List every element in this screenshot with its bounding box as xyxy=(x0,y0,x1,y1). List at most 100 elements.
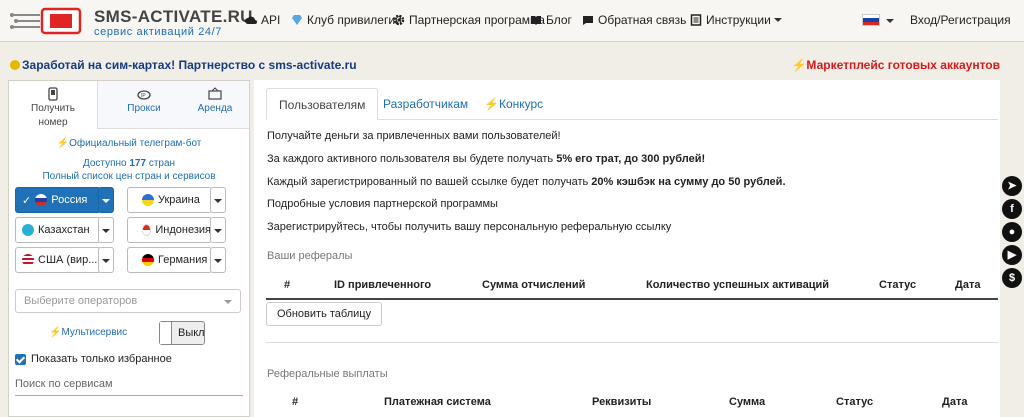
show-favorites-checkbox[interactable]: Показать только избранное xyxy=(15,353,172,365)
sidebar-panel: Получить номер IP Прокси Аренда ⚡Официал… xyxy=(8,80,250,417)
country-ukraine-button[interactable]: Украина xyxy=(127,187,212,213)
country-indonesia-dropdown[interactable] xyxy=(210,217,226,243)
chevron-down-icon xyxy=(102,199,110,203)
country-kazakhstan-dropdown[interactable] xyxy=(98,217,114,243)
table-header-divider xyxy=(266,298,998,300)
flag-ukraine-icon xyxy=(142,194,154,206)
nav-feedback[interactable]: Обратная связь xyxy=(582,13,686,27)
partner-tabs: Пользователям Разработчикам ⚡Конкурс xyxy=(266,88,998,120)
column-header: Реквизиты xyxy=(592,396,652,408)
available-count: 177 xyxy=(129,158,147,169)
conditions-link[interactable]: Подробные условия партнерской программы xyxy=(267,198,498,210)
nav-blog[interactable]: Блог xyxy=(530,13,572,27)
youtube-icon[interactable]: ▶ xyxy=(1002,245,1022,265)
tab-users[interactable]: Пользователям xyxy=(266,88,379,120)
country-usa-dropdown[interactable] xyxy=(98,247,114,273)
chevron-down-icon xyxy=(214,199,222,203)
country-kazakhstan-button[interactable]: Казахстан xyxy=(15,217,101,243)
tab-contest[interactable]: ⚡Конкурс xyxy=(472,88,555,120)
country-label: США (вир... xyxy=(38,254,98,266)
chevron-down-icon xyxy=(773,18,782,22)
tab-get-number[interactable]: Получить номер xyxy=(9,81,98,129)
column-header: # xyxy=(292,396,299,408)
available-countries: Доступно 177 стран xyxy=(9,158,249,169)
column-header: Дата xyxy=(955,279,981,291)
cloud-icon xyxy=(245,16,257,24)
country-russia-button[interactable]: ✓ Россия xyxy=(15,187,101,213)
nav-label: Партнерская программа xyxy=(409,13,545,27)
nav-api[interactable]: API xyxy=(245,13,280,27)
referrals-title: Ваши рефералы xyxy=(267,250,353,262)
brand-slogan: сервис активаций 24/7 xyxy=(94,26,223,38)
checkbox-label: Показать только избранное xyxy=(31,353,172,365)
nav-partner-program[interactable]: Партнерская программа xyxy=(393,13,545,27)
tab-label: Получить xyxy=(31,103,75,114)
chevron-down-icon[interactable] xyxy=(886,19,894,23)
country-label: Украина xyxy=(158,194,200,206)
cashback-text: Каждый зарегистрированный по вашей ссылк… xyxy=(267,176,786,188)
register-note: Зарегистрируйтесь, чтобы получить вашу п… xyxy=(267,221,672,233)
coin-icon xyxy=(10,60,20,70)
tab-rent[interactable]: Аренда xyxy=(181,81,249,129)
cashback-text-b: 20% кэшбэк на сумму до 50 рублей. xyxy=(591,176,786,188)
multiservice-toggle[interactable]: Выкл xyxy=(159,321,205,345)
payouts-title: Реферальные выплаты xyxy=(267,368,388,380)
toggle-knob xyxy=(160,322,172,344)
flag-kazakhstan-icon xyxy=(22,224,34,236)
multiservice-text: Мультисервис xyxy=(61,327,128,338)
promo-right-text: Маркетплейс готовых аккаунтов xyxy=(806,58,1000,72)
country-indonesia-button[interactable]: Индонезия xyxy=(127,217,212,243)
telegram-icon[interactable]: ➤ xyxy=(1002,176,1022,196)
service-search-input[interactable]: Поиск по сервисам xyxy=(15,376,243,396)
operators-select[interactable]: Выберите операторов xyxy=(15,289,241,313)
nav-instructions-dropdown[interactable]: Инструкции xyxy=(690,13,782,27)
refresh-table-button[interactable]: Обновить таблицу xyxy=(266,302,383,326)
column-header: Дата xyxy=(942,396,968,408)
nav-privilege-club[interactable]: Клуб привилегий xyxy=(291,13,402,27)
chevron-down-icon xyxy=(102,229,110,233)
language-flag-ru-icon[interactable] xyxy=(862,14,880,26)
toggle-label: Выкл xyxy=(178,327,205,339)
telegram-bot-label: Официальный телеграм-бот xyxy=(69,138,202,149)
facebook-icon[interactable]: f xyxy=(1002,199,1022,219)
tab-proxy[interactable]: IP Прокси xyxy=(109,81,179,129)
diamond-icon xyxy=(292,15,302,25)
tab-label: Прокси xyxy=(127,103,161,114)
country-russia-dropdown[interactable] xyxy=(98,187,114,213)
country-germany-dropdown[interactable] xyxy=(210,247,226,273)
tab-developers[interactable]: Разработчикам xyxy=(371,88,480,120)
operators-placeholder: Выберите операторов xyxy=(24,295,138,307)
login-register-link[interactable]: Вход/Регистрация xyxy=(910,13,1011,27)
commission-text-b: 5% его трат, до 300 рублей! xyxy=(556,153,706,165)
top-navbar: SMS-ACTIVATE.RU сервис активаций 24/7 AP… xyxy=(0,0,1024,42)
wechat-icon[interactable]: ● xyxy=(1002,222,1022,242)
logo[interactable]: SMS-ACTIVATE.RU сервис активаций 24/7 xyxy=(10,4,280,38)
country-ukraine-dropdown[interactable] xyxy=(210,187,226,213)
telegram-bot-link[interactable]: ⚡Официальный телеграм-бот xyxy=(9,138,249,149)
column-header: ID привлеченного xyxy=(334,279,432,291)
country-label: Индонезия xyxy=(155,224,211,236)
lightning-icon: ⚡ xyxy=(56,138,70,149)
column-header: Статус xyxy=(879,279,917,291)
nav-label: Инструкции xyxy=(706,13,771,27)
dollar-icon[interactable]: $ xyxy=(1002,268,1022,288)
main-content: Пользователям Разработчикам ⚡Конкурс Пол… xyxy=(254,80,1000,417)
country-germany-button[interactable]: Германия xyxy=(127,247,212,273)
country-label: Россия xyxy=(51,194,88,206)
checkbox-checked-icon xyxy=(15,353,26,365)
nav-label: Клуб привилегий xyxy=(307,13,402,27)
check-icon: ✓ xyxy=(22,194,32,207)
promo-marketplace-link[interactable]: ⚡Маркетплейс готовых аккаунтов xyxy=(791,58,1000,72)
commission-text: За каждого активного пользователя вы буд… xyxy=(267,153,705,165)
promo-partner-link[interactable]: Заработай на сим-картах! Партнерство с s… xyxy=(10,58,357,72)
phone-icon xyxy=(48,87,58,101)
nav-label: Блог xyxy=(546,13,572,27)
tab-contest-label: Конкурс xyxy=(498,97,544,111)
multiservice-label: ⚡Мультисервис xyxy=(49,327,127,338)
full-price-list-link[interactable]: Полный список цен стран и сервисов xyxy=(9,171,249,182)
intro-text: Получайте деньги за привлеченных вами по… xyxy=(267,130,561,142)
tab-label: номер xyxy=(38,117,68,128)
country-usa-button[interactable]: США (вир... xyxy=(15,247,101,273)
document-icon xyxy=(690,14,702,26)
cashback-text-a: Каждый зарегистрированный по вашей ссылк… xyxy=(267,176,592,188)
